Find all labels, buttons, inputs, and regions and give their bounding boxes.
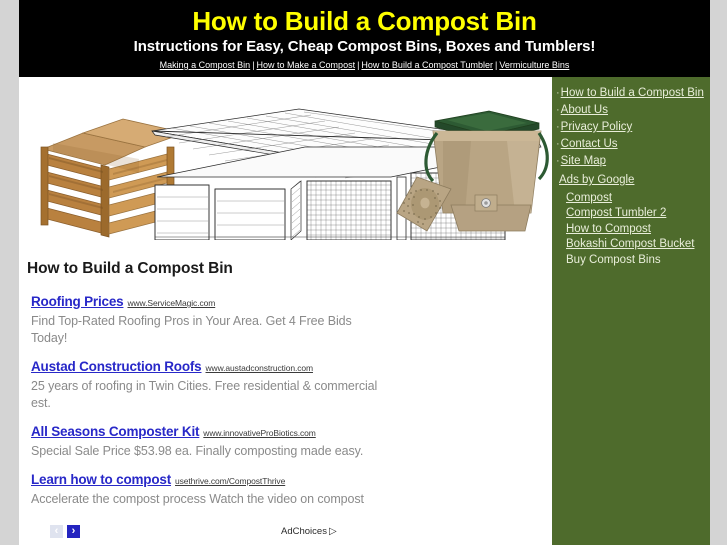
ad-url-link[interactable]: www.austadconstruction.com — [206, 363, 314, 373]
sidebar-item-privacy-policy[interactable]: ·Privacy Policy — [556, 119, 710, 136]
page-root: How to Build a Compost Bin Instructions … — [0, 0, 727, 545]
sidebar-ad-buy-compost-bins[interactable]: Buy Compost Bins — [556, 252, 710, 268]
ad-title-line: Roofing Prices www.ServiceMagic.com — [31, 294, 379, 311]
chevron-left-icon: ‹ — [54, 525, 59, 537]
sidebar-item-contact-us[interactable]: ·Contact Us — [556, 136, 710, 153]
ad-title-link[interactable]: All Seasons Composter Kit — [31, 424, 199, 439]
ad-url-link[interactable]: www.ServiceMagic.com — [127, 298, 215, 308]
sidebar-link[interactable]: Privacy Policy — [561, 121, 633, 133]
sidebar-ad-compost-tumbler-2[interactable]: Compost Tumbler 2 — [556, 206, 710, 222]
left-gutter — [0, 0, 19, 545]
sidebar-link[interactable]: How to Build a Compost Bin — [561, 87, 704, 99]
nav-link-making-a-compost-bin[interactable]: Making a Compost Bin — [160, 60, 251, 70]
ad-item: All Seasons Composter Kit www.innovativeP… — [31, 424, 379, 460]
sidebar-ad-label: Buy Compost Bins — [566, 253, 661, 266]
ads-by-google-heading[interactable]: Ads by Google — [556, 170, 710, 190]
ad-url-link[interactable]: usethrive.com/CompostThrive — [175, 476, 285, 486]
page-title: How to Build a Compost Bin — [27, 260, 233, 277]
ad-title-line: Learn how to compost usethrive.com/Compos… — [31, 472, 379, 489]
chevron-right-icon: › — [71, 525, 76, 537]
google-ads-block: Roofing Prices www.ServiceMagic.com Find … — [19, 278, 379, 508]
ad-description: 25 years of roofing in Twin Cities. Free… — [31, 379, 378, 410]
site-subtitle: Instructions for Easy, Cheap Compost Bin… — [133, 38, 596, 55]
nav-link-vermiculture-bins[interactable]: Vermiculture Bins — [499, 60, 569, 70]
sidebar-link[interactable]: About Us — [561, 104, 608, 116]
site-shell: How to Build a Compost Bin Instructions … — [19, 0, 710, 545]
ads-previous-button[interactable]: ‹ — [50, 525, 63, 538]
sidebar-item-site-map[interactable]: ·Site Map — [556, 153, 710, 170]
site-header: How to Build a Compost Bin Instructions … — [19, 0, 710, 77]
ad-item: Roofing Prices www.ServiceMagic.com Find … — [31, 294, 379, 347]
adchoices-link[interactable]: AdChoices ▷ — [281, 526, 337, 537]
site-title: How to Build a Compost Bin — [192, 6, 537, 36]
sidebar-item-how-to-build-a-compost-bin[interactable]: ·How to Build a Compost Bin — [556, 85, 710, 102]
sidebar-ad-link[interactable]: How to Compost — [566, 223, 651, 235]
ad-title-line: Austad Construction Roofs www.austadconst… — [31, 359, 379, 376]
ad-description: Accelerate the compost process Watch the… — [31, 492, 364, 506]
sidebar-ad-link[interactable]: Compost — [566, 192, 612, 204]
sidebar-ad-compost[interactable]: Compost — [556, 190, 710, 206]
main-content: How to Build a Compost Bin Roofing Price… — [19, 77, 552, 545]
ad-description: Find Top-Rated Roofing Pros in Your Area… — [31, 314, 352, 345]
sidebar-ad-bokashi-compost-bucket[interactable]: Bokashi Compost Bucket — [556, 237, 710, 253]
ad-title-link[interactable]: Learn how to compost — [31, 472, 171, 487]
ad-title-link[interactable]: Austad Construction Roofs — [31, 359, 202, 374]
compost-bin-banner-images — [19, 85, 552, 240]
top-navigation: Making a Compost Bin | How to Make a Compo… — [19, 59, 710, 71]
ads-next-button[interactable]: › — [67, 525, 80, 538]
sidebar-link[interactable]: Site Map — [561, 155, 606, 167]
ad-item: Austad Construction Roofs www.austadconst… — [31, 359, 379, 412]
ad-footer: ‹ › AdChoices ▷ — [19, 523, 552, 545]
adchoices-label: AdChoices — [281, 526, 327, 537]
right-sidebar: ·How to Build a Compost Bin ·About Us ·P… — [552, 77, 710, 545]
ad-title-link[interactable]: Roofing Prices — [31, 294, 124, 309]
adchoices-triangle-icon: ▷ — [328, 526, 337, 537]
ad-title-line: All Seasons Composter Kit www.innovativeP… — [31, 424, 379, 441]
ad-description: Special Sale Price $53.98 ea. Finally co… — [31, 444, 364, 458]
sidebar-ad-link[interactable]: Bokashi Compost Bucket — [566, 238, 694, 250]
sidebar-ad-how-to-compost[interactable]: How to Compost — [556, 221, 710, 237]
ad-url-link[interactable]: www.innovativeProBiotics.com — [203, 428, 316, 438]
ad-item: Learn how to compost usethrive.com/Compos… — [31, 472, 379, 508]
sidebar-link[interactable]: Contact Us — [561, 138, 618, 150]
sidebar-ad-link[interactable]: Compost Tumbler 2 — [566, 207, 666, 219]
right-gutter — [710, 0, 727, 545]
nav-link-how-to-build-a-compost-tumbler[interactable]: How to Build a Compost Tumbler — [361, 60, 493, 70]
sidebar-item-about-us[interactable]: ·About Us — [556, 102, 710, 119]
ads-by-google-link[interactable]: Ads by Google — [559, 174, 634, 186]
nav-link-how-to-make-a-compost[interactable]: How to Make a Compost — [257, 60, 356, 70]
